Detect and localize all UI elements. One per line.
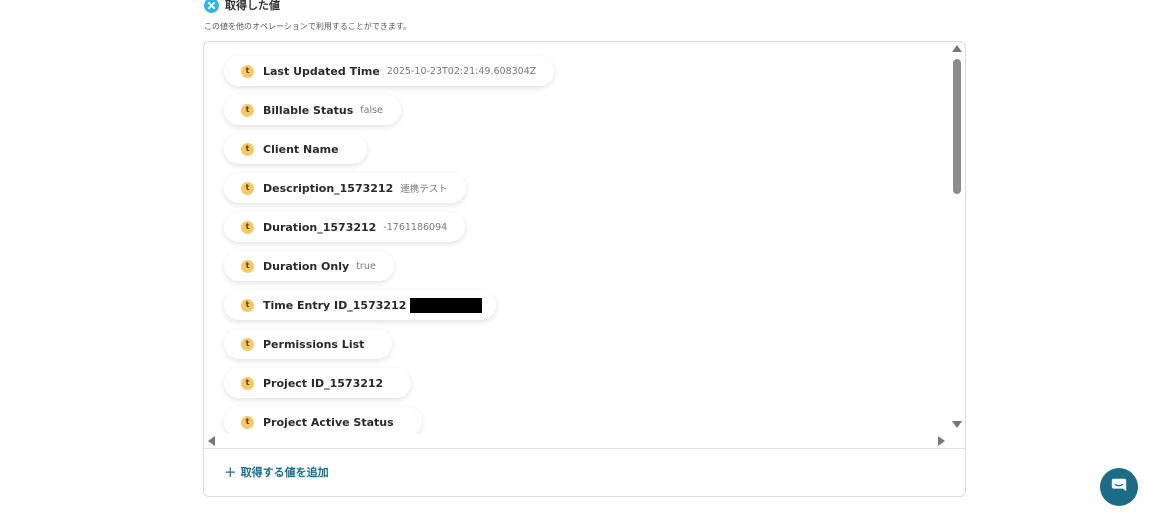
value-item-label: Duration_1573212 [263, 220, 377, 234]
value-item-last-updated-time[interactable]: t Last Updated Time 2025-10-23T02:21:49.… [224, 56, 555, 86]
scrollbar-thumb[interactable] [953, 59, 961, 194]
value-item-label: Project Active Status [263, 415, 394, 429]
value-item-duration[interactable]: t Duration_1573212 -1761186094 [224, 212, 466, 242]
section-header: 取得した値 [204, 0, 280, 14]
scroll-left-arrow-icon[interactable] [208, 436, 215, 446]
toggl-app-icon: t [241, 259, 254, 273]
scroll-up-arrow-icon[interactable] [952, 45, 962, 52]
horizontal-scrollbar[interactable] [204, 434, 948, 447]
value-item-value: false [360, 104, 383, 116]
list-clip: t Project Active Status [204, 400, 948, 434]
value-item-label: Client Name [263, 142, 339, 156]
value-item-description[interactable]: t Description_1573212 連携テスト [224, 173, 466, 203]
section-title: 取得した値 [225, 0, 280, 12]
add-value-button[interactable]: + 取得する値を追加 [224, 463, 329, 481]
toggl-app-icon: t [241, 142, 254, 156]
toggl-app-icon: t [241, 337, 254, 351]
close-circle-icon [204, 0, 219, 13]
value-item-label: Duration Only [263, 259, 350, 273]
value-item-label: Description_1573212 [263, 181, 394, 195]
value-item-client-name[interactable]: t Client Name [224, 134, 367, 164]
chat-button[interactable] [1100, 468, 1138, 506]
value-item-project-id[interactable]: t Project ID_1573212 [224, 368, 412, 398]
toggl-app-icon: t [241, 415, 254, 429]
toggl-app-icon: t [241, 64, 254, 78]
value-item-value: -1761186094 [383, 221, 448, 233]
redacted-value [410, 297, 483, 313]
toggl-app-icon: t [241, 376, 254, 390]
value-item-value: 連携テスト [400, 184, 448, 195]
value-item-value: true [356, 260, 376, 272]
scroll-down-arrow-icon[interactable] [952, 421, 962, 428]
value-item-label: Billable Status [263, 103, 354, 117]
scroll-right-arrow-icon[interactable] [938, 436, 945, 446]
toggl-app-icon: t [241, 220, 254, 234]
toggl-app-icon: t [241, 181, 254, 195]
value-item-permissions-list[interactable]: t Permissions List [224, 329, 393, 359]
plus-icon: + [224, 462, 237, 481]
value-item-label: Time Entry ID_1573212 [263, 298, 407, 312]
toggl-app-icon: t [241, 103, 254, 117]
add-value-label: 取得する値を追加 [240, 466, 329, 479]
value-item-label: Last Updated Time [263, 64, 380, 78]
value-item-project-active-status[interactable]: t Project Active Status [224, 407, 422, 434]
value-item-time-entry-id[interactable]: t Time Entry ID_1573212 [224, 290, 497, 320]
value-item-duration-only[interactable]: t Duration Only true [224, 251, 394, 281]
value-item-billable-status[interactable]: t Billable Status false [224, 95, 401, 125]
toggl-app-icon: t [241, 298, 254, 312]
chat-bubble-icon [1110, 476, 1128, 498]
section-description: この値を他のオペレーションで利用することができます。 [204, 22, 412, 31]
value-item-label: Project ID_1573212 [263, 376, 384, 390]
value-item-label: Permissions List [263, 337, 365, 351]
vertical-scrollbar[interactable] [948, 43, 964, 435]
divider [204, 448, 965, 449]
value-item-value: 2025-10-23T02:21:49.608304Z [386, 65, 537, 77]
